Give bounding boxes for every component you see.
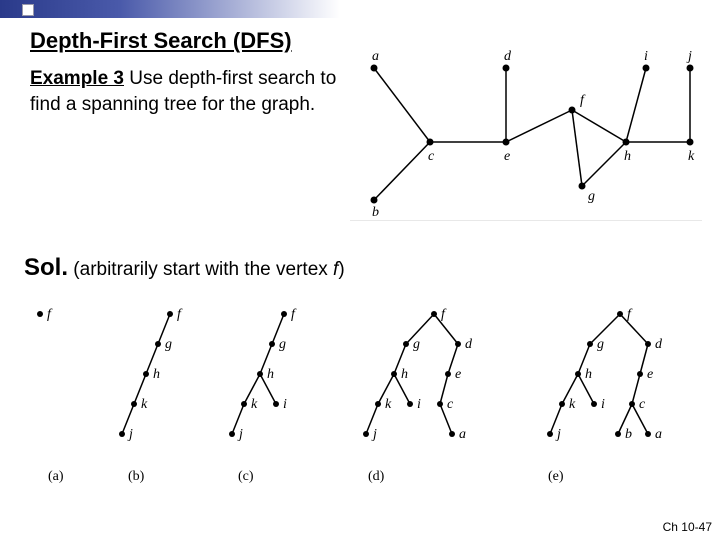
solution-label: Sol.	[24, 254, 68, 281]
svg-text:j: j	[686, 49, 692, 64]
svg-text:(e): (e)	[548, 469, 564, 484]
svg-text:c: c	[428, 149, 435, 164]
svg-text:h: h	[624, 149, 631, 164]
svg-text:j: j	[127, 427, 133, 442]
svg-text:a: a	[655, 427, 662, 442]
solution-trees: f(a)fghkj(b)fghkij(c)fgdhekicja(d)fgdhek…	[18, 294, 708, 494]
svg-text:d: d	[465, 337, 473, 352]
svg-text:g: g	[413, 337, 420, 352]
svg-text:(c): (c)	[238, 469, 254, 484]
svg-text:k: k	[141, 397, 148, 412]
svg-text:h: h	[585, 367, 592, 382]
svg-text:i: i	[644, 49, 648, 64]
svg-text:(a): (a)	[48, 469, 64, 484]
svg-text:d: d	[655, 337, 663, 352]
svg-text:i: i	[601, 397, 605, 412]
svg-text:c: c	[639, 397, 646, 412]
svg-text:a: a	[372, 49, 379, 64]
svg-text:e: e	[504, 149, 510, 164]
svg-text:k: k	[569, 397, 576, 412]
svg-text:g: g	[279, 337, 286, 352]
svg-text:k: k	[688, 149, 695, 164]
solution-text: (arbitrarily start with the vertex	[73, 259, 333, 280]
svg-text:f: f	[441, 307, 447, 322]
svg-text:h: h	[153, 367, 160, 382]
solution-close: )	[338, 259, 344, 280]
svg-text:f: f	[177, 307, 183, 322]
svg-text:e: e	[455, 367, 461, 382]
svg-text:i: i	[417, 397, 421, 412]
svg-text:h: h	[267, 367, 274, 382]
svg-text:j: j	[237, 427, 243, 442]
svg-text:e: e	[647, 367, 653, 382]
example-text: Example 3 Use depth-first search to find…	[30, 66, 340, 117]
svg-text:j: j	[555, 427, 561, 442]
svg-text:f: f	[627, 307, 633, 322]
svg-text:b: b	[372, 205, 379, 220]
svg-text:k: k	[385, 397, 392, 412]
svg-text:(d): (d)	[368, 469, 385, 484]
solution-line: Sol. (arbitrarily start with the vertex …	[24, 254, 345, 282]
svg-text:g: g	[588, 189, 595, 204]
svg-text:(b): (b)	[128, 469, 145, 484]
svg-text:c: c	[447, 397, 454, 412]
page-title: Depth-First Search (DFS)	[30, 28, 292, 54]
svg-text:g: g	[165, 337, 172, 352]
page-footer: Ch 10-47	[663, 520, 712, 534]
svg-text:f: f	[291, 307, 297, 322]
svg-text:d: d	[504, 49, 512, 64]
svg-text:j: j	[371, 427, 377, 442]
svg-text:f: f	[580, 93, 586, 108]
svg-text:a: a	[459, 427, 466, 442]
problem-graph: a b c d e f g h i j k	[350, 46, 702, 221]
svg-text:k: k	[251, 397, 258, 412]
svg-text:g: g	[597, 337, 604, 352]
svg-text:f: f	[47, 307, 53, 322]
svg-text:b: b	[625, 427, 632, 442]
slide-accent-bar	[0, 0, 720, 18]
svg-text:i: i	[283, 397, 287, 412]
example-label: Example 3	[30, 68, 124, 89]
svg-text:h: h	[401, 367, 408, 382]
